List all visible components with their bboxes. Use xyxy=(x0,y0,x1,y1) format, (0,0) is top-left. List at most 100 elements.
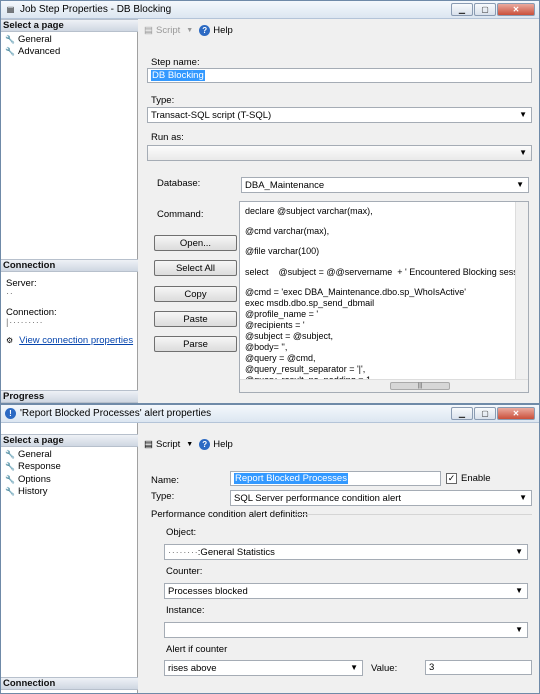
view-connection-properties-link[interactable]: View connection properties xyxy=(19,335,133,346)
open-button[interactable]: Open... xyxy=(154,235,237,251)
enable-checkbox[interactable]: ✓ xyxy=(446,473,457,484)
value-input[interactable]: 3 xyxy=(425,660,532,675)
alert-properties-window: ! 'Report Blocked Processes' alert prope… xyxy=(0,404,540,694)
nav-item-history[interactable]: 🔧 History xyxy=(5,485,48,497)
close-button[interactable]: ✕ xyxy=(497,407,535,420)
view-connection-properties-row: ⚙ View connection properties xyxy=(6,335,133,346)
name-value: Report Blocked Processes xyxy=(234,473,348,484)
command-line: exec msdb.dbo.sp_send_dbmail xyxy=(245,298,375,308)
counter-label: Counter: xyxy=(166,566,203,577)
command-label: Command: xyxy=(157,209,204,220)
nav-label: Response xyxy=(18,460,61,472)
maximize-button[interactable]: ▢ xyxy=(474,3,496,16)
type-value: SQL Server performance condition alert xyxy=(234,492,402,504)
group-divider xyxy=(293,514,532,515)
command-textarea[interactable]: declare @subject varchar(max), @cmd varc… xyxy=(239,201,529,393)
parse-button[interactable]: Parse xyxy=(154,336,237,352)
window-title: Job Step Properties - DB Blocking xyxy=(20,4,172,15)
nav-item-options[interactable]: 🔧 Options xyxy=(5,473,51,485)
help-label: Help xyxy=(213,25,233,36)
alert-if-value: rises above xyxy=(168,662,217,674)
vertical-scrollbar[interactable] xyxy=(515,202,528,380)
type-label: Type: xyxy=(151,95,175,106)
command-line: select @subject = @@servername + ' Encou… xyxy=(245,267,529,277)
select-all-button[interactable]: Select All xyxy=(154,260,237,276)
command-line: @query = @cmd, xyxy=(245,353,316,363)
database-label: Database: xyxy=(157,178,201,189)
help-icon: ? xyxy=(199,439,211,450)
nav-item-general[interactable]: 🔧 General xyxy=(5,33,52,45)
database-select[interactable]: DBA_Maintenance ▼ xyxy=(241,177,529,193)
command-line: @file varchar(100) xyxy=(245,246,320,256)
connection-properties-icon: ⚙ xyxy=(6,336,14,345)
help-icon: ? xyxy=(199,25,211,36)
chevron-down-icon: ▼ xyxy=(519,110,527,119)
wrench-icon: 🔧 xyxy=(5,486,15,496)
copy-button[interactable]: Copy xyxy=(154,286,237,302)
chevron-down-icon: ▼ xyxy=(516,180,524,189)
chevron-down-icon: ▼ xyxy=(515,547,523,556)
run-as-select[interactable]: ▼ xyxy=(147,145,532,161)
window-title: 'Report Blocked Processes' alert propert… xyxy=(20,408,212,419)
paste-button[interactable]: Paste xyxy=(154,311,237,327)
type-label: Type: xyxy=(151,491,175,502)
type-select[interactable]: Transact-SQL script (T-SQL) ▼ xyxy=(147,107,532,123)
help-button[interactable]: ? Help xyxy=(199,25,233,36)
instance-select[interactable]: ▼ xyxy=(164,622,528,638)
script-icon: ▤ xyxy=(144,439,153,450)
command-line: @subject = @subject, xyxy=(245,331,334,341)
wrench-icon: 🔧 xyxy=(5,449,15,459)
nav-label: General xyxy=(18,448,52,460)
horizontal-scrollbar[interactable]: ||| xyxy=(240,379,528,392)
title-bar[interactable]: ! 'Report Blocked Processes' alert prope… xyxy=(1,405,539,423)
command-line: @query_result_separator = '|', xyxy=(245,364,366,374)
maximize-button[interactable]: ▢ xyxy=(474,407,496,420)
name-input[interactable]: Report Blocked Processes xyxy=(230,471,441,486)
server-value-redacted: · · xyxy=(6,288,13,299)
command-line: declare @subject varchar(max), xyxy=(245,206,373,216)
dropdown-arrow-icon: ▼ xyxy=(186,27,194,34)
nav-item-general[interactable]: 🔧 General xyxy=(5,448,52,460)
scrollbar-thumb[interactable]: ||| xyxy=(390,382,450,390)
wrench-icon: 🔧 xyxy=(5,34,15,44)
chevron-down-icon: ▼ xyxy=(519,148,527,157)
help-button[interactable]: ? Help xyxy=(199,439,233,450)
nav-item-advanced[interactable]: 🔧 Advanced xyxy=(5,45,60,57)
command-line: @cmd = 'exec DBA_Maintenance.dbo.sp_WhoI… xyxy=(245,287,466,297)
script-label: Script xyxy=(155,439,181,450)
chevron-down-icon: ▼ xyxy=(515,586,523,595)
connection-header: Connection xyxy=(1,677,138,690)
database-value: DBA_Maintenance xyxy=(245,179,325,191)
wrench-icon: 🔧 xyxy=(5,461,15,471)
name-label: Name: xyxy=(151,475,179,486)
type-value: Transact-SQL script (T-SQL) xyxy=(151,109,272,121)
minimize-button[interactable]: ▁ xyxy=(451,407,473,420)
command-line: @body= '', xyxy=(245,342,288,352)
value-value: 3 xyxy=(429,662,435,673)
close-button[interactable]: ✕ xyxy=(497,3,535,16)
object-label: Object: xyxy=(166,527,197,538)
counter-select[interactable]: Processes blocked ▼ xyxy=(164,583,528,599)
chevron-down-icon: ▼ xyxy=(350,663,358,672)
script-button[interactable]: ▤ Script ▼ xyxy=(144,439,193,450)
nav-label: History xyxy=(18,485,48,497)
nav-label: Options xyxy=(18,473,51,485)
wrench-icon: 🔧 xyxy=(5,474,15,484)
alert-if-select[interactable]: rises above ▼ xyxy=(164,660,363,676)
title-bar[interactable]: ▤ Job Step Properties - DB Blocking ▁ ▢ … xyxy=(1,1,539,19)
object-value: :General Statistics xyxy=(197,546,275,558)
connection-value-redacted: | · · · · · · · · · xyxy=(6,317,43,328)
run-as-label: Run as: xyxy=(151,132,184,143)
nav-item-response[interactable]: 🔧 Response xyxy=(5,460,61,472)
script-button[interactable]: ▤ Script ▼ xyxy=(144,25,193,36)
object-prefix-redacted: · · · · · · · · xyxy=(168,546,198,558)
select-page-header: Select a page xyxy=(1,434,138,447)
step-name-input[interactable]: DB Blocking xyxy=(147,68,532,83)
command-line: @profile_name = ' xyxy=(245,309,319,319)
script-label: Script xyxy=(155,25,181,36)
minimize-button[interactable]: ▁ xyxy=(451,3,473,16)
alert-if-label: Alert if counter xyxy=(166,644,228,655)
chevron-down-icon: ▼ xyxy=(515,625,523,634)
type-select[interactable]: SQL Server performance condition alert ▼ xyxy=(230,490,532,506)
object-select[interactable]: · · · · · · · · :General Statistics ▼ xyxy=(164,544,528,560)
